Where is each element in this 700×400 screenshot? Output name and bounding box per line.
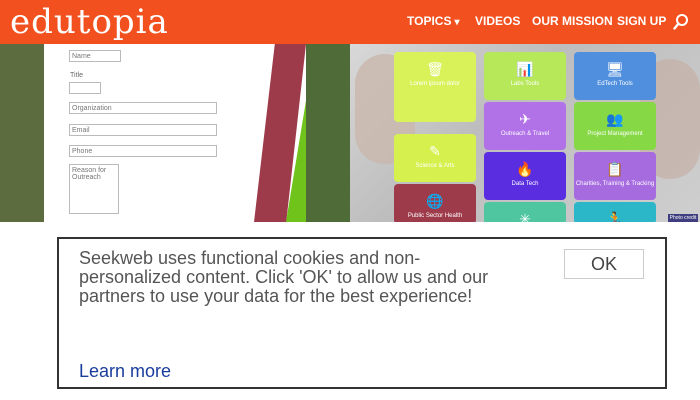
topic-tile[interactable]: 🔥 Data Tech — [484, 152, 566, 200]
site-logo[interactable]: edutopia — [10, 2, 169, 42]
topic-tile[interactable]: 🗑 Lorem ipsum dolor — [394, 52, 476, 122]
nav-topics[interactable]: TOPICS ▾ — [407, 14, 460, 32]
chart-icon: 📊 — [516, 61, 534, 77]
cookie-message: Seekweb uses functional cookies and non-… — [79, 248, 489, 306]
topic-tile[interactable]: ✈ Outreach & Travel — [484, 102, 566, 150]
topic-tile[interactable]: ✳ — [484, 202, 566, 222]
fire-icon: 🔥 — [516, 161, 534, 177]
topic-tile[interactable]: 📋 Charities, Training & Tracking — [574, 152, 656, 200]
topic-tile[interactable]: 🌐 Public Sector Health — [394, 184, 476, 222]
nav-topics-label: TOPICS — [407, 14, 452, 28]
cookie-consent-banner: Seekweb uses functional cookies and non-… — [57, 237, 667, 389]
comment-textarea[interactable]: Reason for Outreach — [69, 164, 119, 214]
search-icon[interactable] — [673, 13, 689, 31]
learn-more-link[interactable]: Learn more — [79, 361, 171, 382]
title-field[interactable] — [69, 82, 101, 94]
nav-videos[interactable]: VIDEOS — [475, 14, 520, 32]
plane-icon: ✈ — [519, 111, 531, 127]
topic-tile[interactable]: ✎ Science & Arts — [394, 134, 476, 182]
topic-tile[interactable]: 📊 Labs Tools — [484, 52, 566, 100]
organization-field[interactable]: Organization — [69, 102, 217, 114]
chevron-down-icon: ▾ — [454, 17, 460, 28]
clipboard-icon: 📋 — [606, 161, 624, 177]
contact-form: Name Title Organization Email Phone Reas… — [44, 44, 256, 222]
email-field[interactable]: Email — [69, 124, 217, 136]
title-label: Title — [70, 72, 83, 79]
monitor-icon: 🖥 — [606, 61, 624, 77]
nav-sign-up[interactable]: SIGN UP — [617, 14, 666, 32]
site-header: edutopia TOPICS ▾ VIDEOS OUR MISSION SIGN… — [0, 0, 700, 44]
hero-decor-band-right — [306, 44, 350, 222]
running-icon: 🏃 — [606, 211, 624, 222]
phone-field[interactable]: Phone — [69, 145, 217, 157]
topic-tile[interactable]: 🏃 — [574, 202, 656, 222]
name-field[interactable]: Name — [69, 50, 121, 62]
pencil-icon: ✎ — [429, 143, 441, 159]
photo-credit-badge: Photo credit — [668, 214, 698, 222]
people-icon: 👥 — [606, 111, 624, 127]
topic-tile[interactable]: 👥 Project Management — [574, 102, 656, 150]
trash-icon: 🗑 — [426, 61, 444, 77]
nav-our-mission[interactable]: OUR MISSION — [532, 14, 613, 32]
hero-decor-band — [0, 44, 44, 222]
hero-photo: 🗑 Lorem ipsum dolor 📊 Labs Tools 🖥 EdTec… — [350, 44, 700, 222]
plant-icon: ✳ — [519, 211, 531, 222]
globe-icon: 🌐 — [426, 193, 444, 209]
ok-button[interactable]: OK — [564, 249, 644, 279]
topic-tile[interactable]: 🖥 EdTech Tools — [574, 52, 656, 100]
hero-banner: Name Title Organization Email Phone Reas… — [0, 44, 700, 222]
